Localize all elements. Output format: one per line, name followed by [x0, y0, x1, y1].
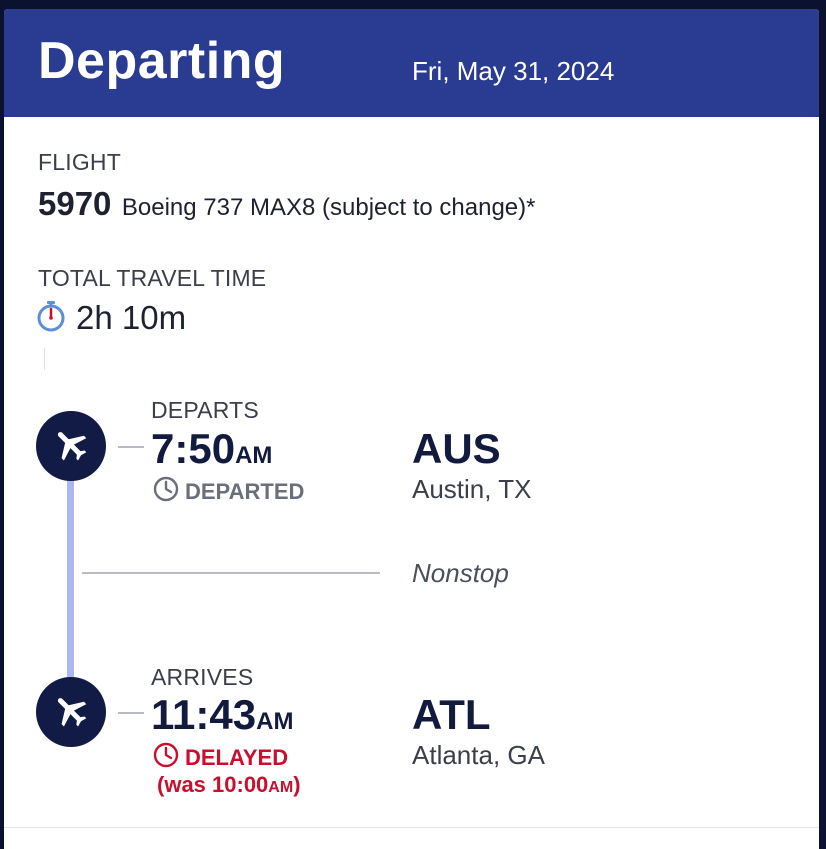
card-header: Departing Fri, May 31, 2024: [4, 9, 819, 117]
departure-tick: [118, 446, 144, 448]
original-arrival-time: (was 10:00AM): [157, 772, 301, 798]
arrival-tick: [118, 712, 144, 714]
original-time-close: ): [293, 772, 301, 797]
arrival-time-ampm: AM: [256, 708, 294, 735]
arrival-plane-badge: [36, 677, 106, 747]
airplane-icon: [51, 424, 91, 469]
departure-time: 7:50AM: [151, 425, 272, 473]
flight-number: 5970: [38, 185, 112, 222]
departure-time-ampm: AM: [235, 442, 273, 469]
travel-time-row: 2h 10m: [36, 299, 186, 337]
departure-status: DEPARTED: [153, 476, 304, 508]
arrival-status: DELAYED: [153, 742, 288, 774]
arrival-airport-code: ATL: [412, 691, 491, 738]
flight-card: Departing Fri, May 31, 2024 FLIGHT 5970 …: [4, 9, 819, 849]
flight-info: 5970 Boeing 737 MAX8 (subject to change)…: [38, 185, 535, 223]
arrival-city: Atlanta, GA: [412, 740, 545, 770]
departure-status-text: DEPARTED: [185, 479, 305, 504]
route-line: [67, 479, 74, 699]
arrives-label: ARRIVES: [151, 664, 254, 690]
clock-icon: [153, 476, 185, 508]
travel-time-label: TOTAL TRAVEL TIME: [38, 265, 267, 291]
departure-airport-code: AUS: [412, 425, 501, 472]
original-time-ampm: AM: [268, 779, 294, 796]
original-time-text: (was 10:00: [157, 772, 269, 797]
travel-duration: 2h 10m: [76, 299, 187, 336]
arrival-status-text: DELAYED: [185, 745, 289, 770]
page-title: Departing: [38, 32, 286, 90]
stopwatch-icon: [36, 300, 66, 337]
departure-city: Austin, TX: [412, 474, 532, 504]
aircraft-type: Boeing 737 MAX8 (subject to change)*: [121, 194, 536, 221]
departure-plane-badge: [36, 411, 106, 481]
airplane-icon: [51, 690, 91, 735]
nonstop-label: Nonstop: [412, 558, 509, 588]
departs-label: DEPARTS: [151, 397, 259, 423]
flight-label: FLIGHT: [38, 149, 121, 175]
segment-divider: [82, 572, 380, 574]
departure-date: Fri, May 31, 2024: [412, 56, 615, 86]
card-bottom-rule: [4, 827, 819, 828]
arrival-time-value: 11:43: [151, 691, 257, 738]
timeline-start-rule: [44, 348, 45, 370]
arrival-time: 11:43AM: [151, 691, 293, 739]
departure-time-value: 7:50: [151, 425, 236, 472]
clock-icon: [153, 742, 185, 774]
